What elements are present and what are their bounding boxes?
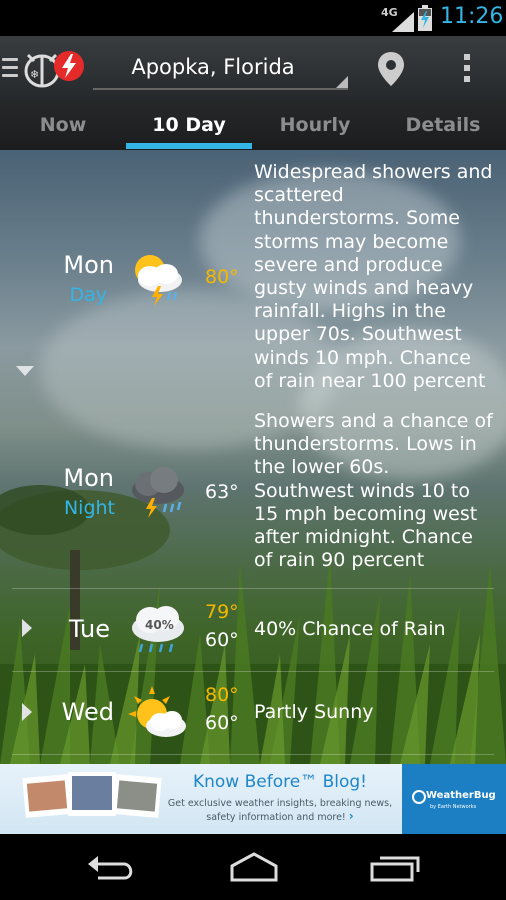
signal-icon [392,12,414,32]
status-bar: 4G 11:26 [0,0,506,36]
forecast-list[interactable]: Mon Day 80° Widespread showers and scatt… [0,150,506,764]
row-divider [12,754,494,755]
clock: 11:26 [440,4,504,29]
thunderstorm-day-icon [135,255,182,306]
period-label: Day [69,284,107,306]
rain-chance-label: 40% [145,618,174,632]
low-temp: 63° [205,481,239,503]
svg-text:❄: ❄ [30,68,39,81]
ad-title: Know Before™ Blog! [192,772,367,792]
rain-cloud-icon: 40% [132,606,184,653]
tab-now[interactable]: Now [0,102,126,150]
expand-arrow-icon[interactable] [22,619,32,637]
ad-arrow-icon: › [348,809,354,823]
low-temp: 60° [205,712,239,734]
expand-arrow-icon[interactable] [22,703,32,721]
back-icon[interactable] [86,852,136,882]
partly-sunny-icon [128,686,186,737]
thunderstorm-night-icon [132,467,184,518]
dropdown-indicator-icon [336,76,348,88]
day-label: Mon [63,251,114,279]
low-temp: 60° [205,629,239,651]
action-bar: ❄ Apopka, Florida [0,36,506,102]
forecast-description: Showers and a chance of thunderstorms. L… [254,410,493,572]
location-name: Apopka, Florida [131,55,295,79]
tab-bar: Now 10 Day Hourly Details [0,102,506,150]
forecast-description: Partly Sunny [254,701,374,723]
active-tab-indicator [126,143,252,149]
weatherbug-logo[interactable]: ❄ [24,49,86,89]
day-label: Mon [63,464,114,492]
tab-details[interactable]: Details [380,102,506,150]
battery-charging-icon [418,5,432,31]
collapse-arrow-icon[interactable] [16,366,34,376]
ad-subtitle: Get exclusive weather insights, breaking… [167,798,393,823]
location-pin-icon[interactable] [378,52,404,86]
day-label: Wed [61,698,114,726]
home-icon[interactable] [226,852,282,882]
ad-banner[interactable]: Know Before™ Blog! Get exclusive weather… [0,764,506,834]
system-nav-bar [0,834,506,900]
location-dropdown[interactable]: Apopka, Florida [93,46,348,90]
forecast-description: 40% Chance of Rain [254,618,446,640]
weatherbug-brand-sub: by Earth Networks [430,804,477,810]
ad-photo-collage [22,772,162,818]
overflow-menu-icon[interactable] [464,54,470,87]
high-temp: 80° [205,266,239,288]
row-divider [12,671,494,672]
row-divider [12,588,494,589]
weatherbug-brand: WeatherBug [426,790,496,801]
day-label: Tue [69,615,110,643]
high-temp: 80° [205,684,239,706]
forecast-description: Widespread showers and scattered thunder… [254,161,493,392]
recent-apps-icon[interactable] [370,852,422,882]
menu-icon[interactable] [2,58,18,78]
high-temp: 79° [205,601,239,623]
tab-hourly[interactable]: Hourly [252,102,378,150]
period-label: Night [63,497,115,519]
